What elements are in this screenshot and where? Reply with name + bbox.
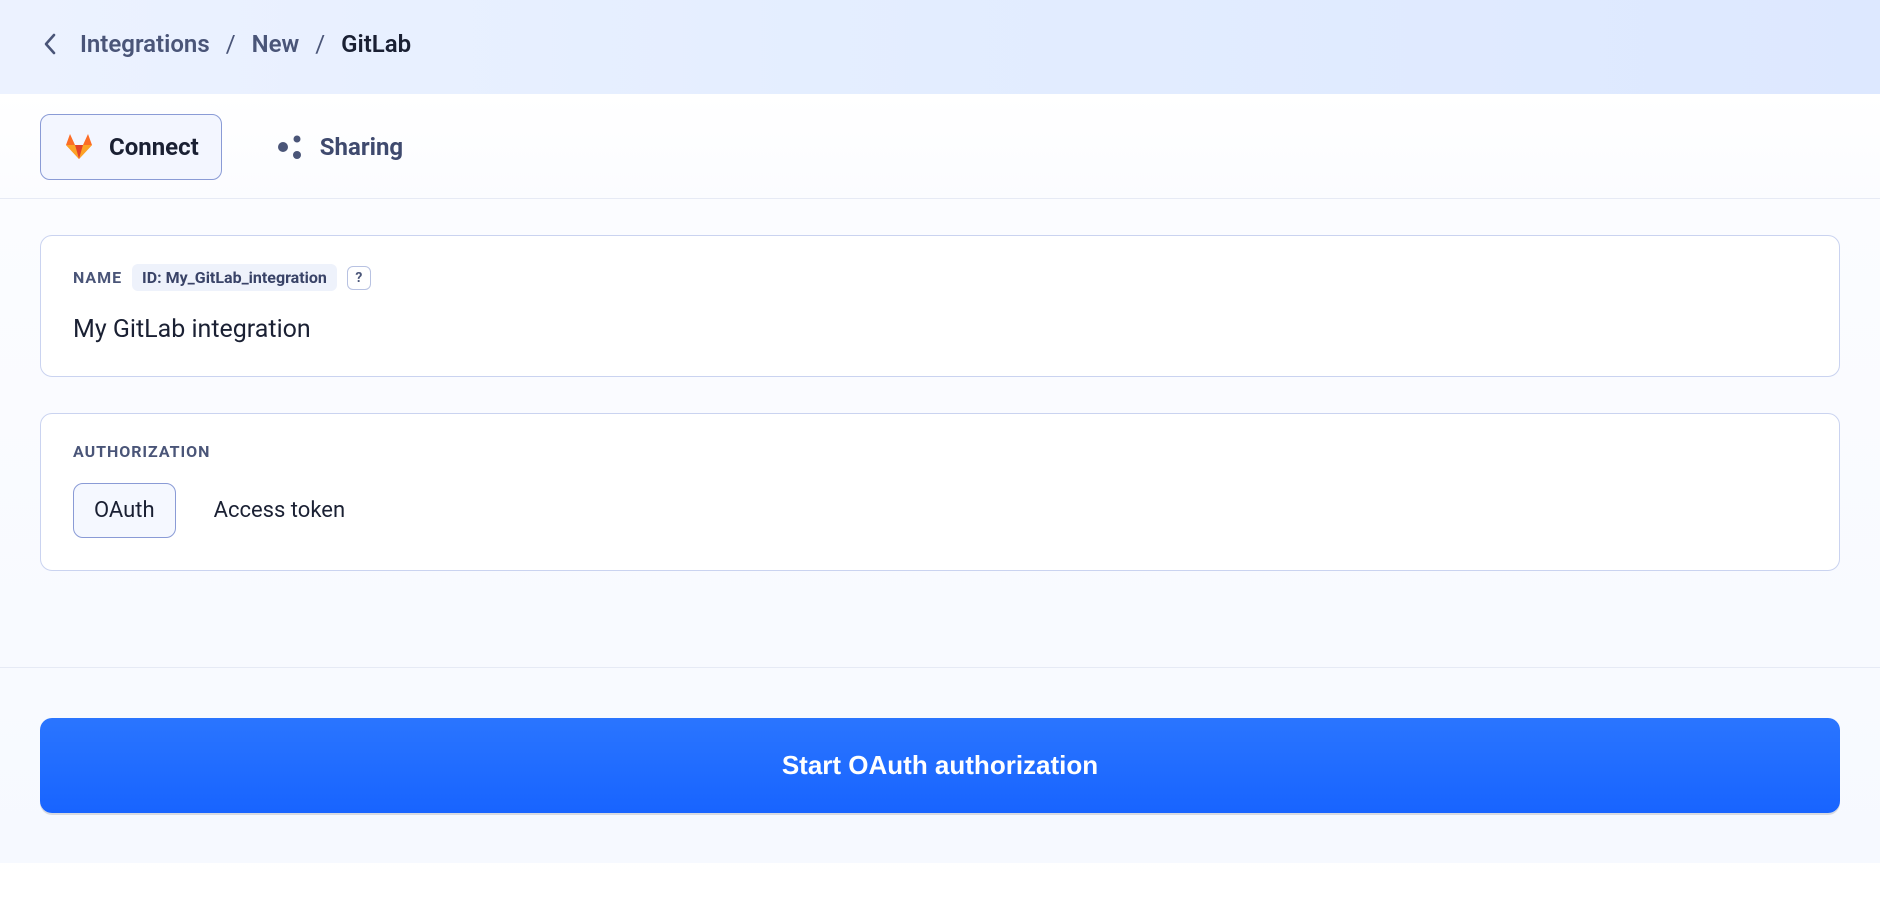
share-icon: [274, 131, 306, 163]
breadcrumb: Integrations / New / GitLab: [80, 30, 411, 58]
id-pill: ID: My_GitLab_integration: [132, 264, 337, 291]
name-input[interactable]: My GitLab integration: [73, 315, 1807, 344]
tabs: Connect Sharing: [40, 114, 1840, 198]
tabs-wrapper: Connect Sharing: [0, 94, 1880, 199]
breadcrumb-current: GitLab: [341, 30, 411, 58]
authorization-card: AUTHORIZATION OAuth Access token: [40, 413, 1840, 571]
tab-connect[interactable]: Connect: [40, 114, 222, 180]
back-button[interactable]: [40, 34, 60, 54]
authorization-label: AUTHORIZATION: [73, 442, 210, 461]
start-oauth-button[interactable]: Start OAuth authorization: [40, 718, 1840, 813]
gitlab-icon: [63, 131, 95, 163]
name-label-row: NAME ID: My_GitLab_integration ?: [73, 264, 1807, 291]
breadcrumb-new[interactable]: New: [252, 30, 300, 58]
authorization-label-row: AUTHORIZATION: [73, 442, 1807, 461]
name-label: NAME: [73, 268, 122, 287]
footer: Start OAuth authorization: [0, 668, 1880, 863]
id-value: My_GitLab_integration: [166, 268, 327, 287]
breadcrumb-integrations[interactable]: Integrations: [80, 30, 210, 58]
tab-connect-label: Connect: [109, 133, 199, 161]
breadcrumb-separator: /: [226, 30, 236, 58]
auth-option-oauth[interactable]: OAuth: [73, 483, 176, 538]
help-button[interactable]: ?: [347, 266, 371, 290]
auth-toggle-group: OAuth Access token: [73, 483, 1807, 538]
chevron-left-icon: [43, 33, 57, 55]
breadcrumb-separator: /: [315, 30, 325, 58]
auth-option-access-token[interactable]: Access token: [194, 484, 366, 537]
content: NAME ID: My_GitLab_integration ? My GitL…: [0, 199, 1880, 668]
id-prefix: ID:: [142, 268, 162, 287]
header: Integrations / New / GitLab: [0, 0, 1880, 94]
name-card: NAME ID: My_GitLab_integration ? My GitL…: [40, 235, 1840, 377]
tab-sharing-label: Sharing: [320, 133, 403, 161]
tab-sharing[interactable]: Sharing: [252, 115, 425, 179]
